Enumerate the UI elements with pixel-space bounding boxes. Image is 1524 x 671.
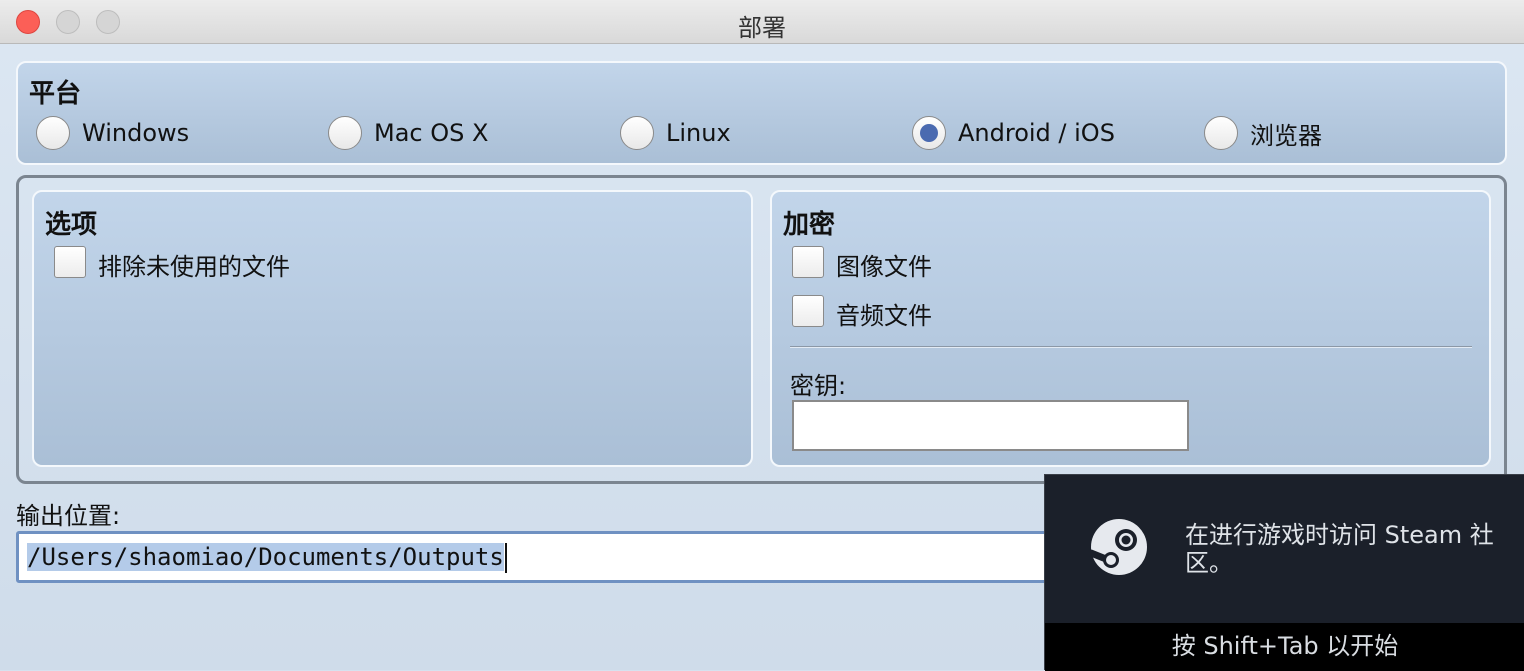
platform-option-linux[interactable]: Linux [620,113,731,153]
encryption-group: 加密 图像文件 音频文件 密钥: [770,190,1491,467]
steam-overlay-hint: 按 Shift+Tab 以开始 [1045,623,1524,671]
platform-option-label: Mac OS X [374,119,489,147]
platform-option-windows[interactable]: Windows [36,113,189,153]
encryption-group-title: 加密 [783,210,836,240]
audio-files-label: 音频文件 [836,302,932,330]
platform-group-title: 平台 [29,79,82,109]
radio-button[interactable] [1204,116,1238,150]
text-caret [504,543,507,573]
platform-option-browser[interactable]: 浏览器 [1204,113,1322,153]
radio-button[interactable] [36,116,70,150]
options-group-title: 选项 [45,210,98,240]
radio-button[interactable] [328,116,362,150]
exclude-unused-label: 排除未使用的文件 [98,253,290,281]
exclude-unused-checkbox[interactable] [54,246,86,278]
encryption-divider [790,346,1472,348]
platform-option-macosx[interactable]: Mac OS X [328,113,488,153]
steam-overlay-notification[interactable]: 在进行游戏时访问 Steam 社区。 按 Shift+Tab 以开始 [1044,474,1524,671]
radio-button-selected[interactable] [912,116,946,150]
title-bar: 部署 [0,0,1524,44]
output-path-text: /Users/shaomiao/Documents/Outputs [27,543,504,571]
radio-button[interactable] [620,116,654,150]
output-path-input[interactable]: /Users/shaomiao/Documents/Outputs [16,531,1116,583]
audio-files-checkbox[interactable] [792,295,824,327]
platform-group: 平台 Windows Mac OS X Linux Android / iOS … [16,61,1507,165]
steam-overlay-message: 在进行游戏时访问 Steam 社区。 [1185,521,1494,577]
output-location-label: 输出位置: [16,502,121,530]
image-files-label: 图像文件 [836,253,932,281]
key-input[interactable] [792,400,1189,451]
platform-option-android-ios[interactable]: Android / iOS [912,113,1115,153]
options-group: 选项 排除未使用的文件 [32,190,753,467]
key-label: 密钥: [790,372,847,400]
platform-option-label: Linux [666,119,731,147]
platform-option-label: Android / iOS [958,119,1115,147]
window-title: 部署 [738,14,786,42]
platform-radio-row: Windows Mac OS X Linux Android / iOS 浏览器 [36,113,1506,153]
image-files-checkbox[interactable] [792,246,824,278]
platform-option-label: 浏览器 [1250,121,1322,150]
steam-logo-icon [1089,519,1147,575]
platform-option-label: Windows [82,119,190,147]
